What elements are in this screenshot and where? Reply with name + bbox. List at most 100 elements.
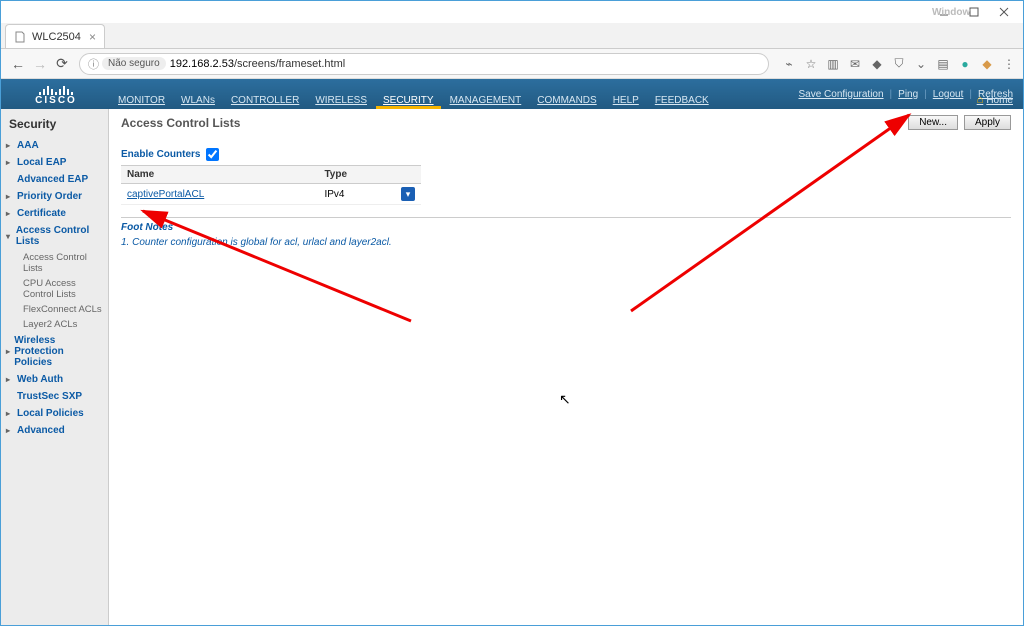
sidebar-item-label: Access Control Lists: [16, 225, 102, 247]
content-header: Access Control Lists New... Apply: [121, 115, 1011, 130]
nav-feedback[interactable]: FEEDBACK: [648, 91, 716, 109]
sidebar-item-label: Advanced: [17, 425, 65, 436]
ext1-icon[interactable]: ▥: [825, 56, 841, 72]
acl-type: IPv4: [318, 184, 395, 205]
nav-controller[interactable]: CONTROLLER: [224, 91, 306, 109]
cisco-logo: CISCO: [1, 83, 111, 106]
sidebar-subitem-access-control-lists[interactable]: Access Control Lists: [1, 250, 108, 276]
sidebar-item-certificate[interactable]: Certificate: [1, 205, 108, 222]
new-button[interactable]: New...: [908, 115, 958, 130]
caret-icon: [6, 209, 14, 218]
home-icon: ⌂: [977, 94, 984, 106]
sidebar-subitem-layer2-acls[interactable]: Layer2 ACLs: [1, 317, 108, 332]
address-bar[interactable]: ⓘ Não seguro 192.168.2.53/screens/frames…: [79, 53, 769, 75]
sidebar-item-priority-order[interactable]: Priority Order: [1, 188, 108, 205]
ext4-icon[interactable]: ◆: [979, 56, 995, 72]
caret-icon: [6, 192, 14, 201]
caret-icon: [6, 141, 14, 150]
save-config-link[interactable]: Save Configuration: [798, 89, 883, 100]
sidebar-item-local-eap[interactable]: Local EAP: [1, 154, 108, 171]
window-close-button[interactable]: [989, 1, 1019, 23]
logout-link[interactable]: Logout: [933, 89, 964, 100]
sidebar-item-label: Wireless Protection Policies: [14, 335, 102, 368]
new-tab-button[interactable]: [109, 28, 125, 44]
tab-title: WLC2504: [32, 31, 81, 43]
content-pane: Access Control Lists New... Apply Enable…: [109, 109, 1023, 625]
mail-icon[interactable]: ✉: [847, 56, 863, 72]
sidebar-subitem-cpu-access-control-lists[interactable]: CPU Access Control Lists: [1, 276, 108, 302]
sidebar-item-label: Priority Order: [17, 191, 82, 202]
browser-toolbar: ← → ⟳ ⓘ Não seguro 192.168.2.53/screens/…: [1, 49, 1023, 79]
forward-button[interactable]: →: [29, 53, 51, 75]
ping-link[interactable]: Ping: [898, 89, 918, 100]
window-user-hint: Window: [932, 7, 970, 18]
footnote-1: 1. Counter configuration is global for a…: [121, 237, 1011, 248]
enable-counters-row: Enable Counters: [121, 148, 1011, 161]
reload-button[interactable]: ⟳: [51, 53, 73, 75]
apply-button[interactable]: Apply: [964, 115, 1011, 130]
insecure-badge[interactable]: Não seguro: [102, 57, 166, 70]
caret-icon: [6, 375, 14, 384]
top-nav: MONITORWLANsCONTROLLERWIRELESSSECURITYMA…: [111, 79, 716, 109]
sidebar-item-advanced[interactable]: Advanced: [1, 422, 108, 439]
browser-tab[interactable]: WLC2504 ×: [5, 24, 105, 48]
nav-management[interactable]: MANAGEMENT: [443, 91, 529, 109]
nav-wlans[interactable]: WLANs: [174, 91, 222, 109]
acl-name-link[interactable]: captivePortalACL: [127, 189, 204, 200]
ext2-icon[interactable]: ◆: [869, 56, 885, 72]
info-icon[interactable]: ⓘ: [88, 56, 99, 72]
table-row: captivePortalACL IPv4 ▾: [121, 184, 421, 205]
avatar-icon[interactable]: ●: [957, 56, 973, 72]
page-title: Access Control Lists: [121, 116, 240, 130]
url-text: 192.168.2.53/screens/frameset.html: [170, 58, 346, 70]
enable-counters-checkbox[interactable]: [206, 148, 219, 161]
nav-security[interactable]: SECURITY: [376, 91, 441, 109]
sidebar-item-web-auth[interactable]: Web Auth: [1, 371, 108, 388]
sidebar-item-label: Advanced EAP: [17, 174, 88, 185]
nav-commands[interactable]: COMMANDS: [530, 91, 603, 109]
cisco-header: CISCO MONITORWLANsCONTROLLERWIRELESSSECU…: [1, 79, 1023, 109]
key-icon[interactable]: ⌁: [781, 56, 797, 72]
nav-wireless[interactable]: WIRELESS: [308, 91, 374, 109]
sidebar: Security AAA Local EAP Advanced EAP Priorit…: [1, 109, 109, 625]
sidebar-item-label: Local EAP: [17, 157, 66, 168]
sidebar-item-trustsec-sxp[interactable]: TrustSec SXP: [1, 388, 108, 405]
toolbar-icons: ⌁ ☆ ▥ ✉ ◆ ⛉ ⌄ ▤ ● ◆ ⋮: [781, 56, 1017, 72]
sidebar-item-wireless-protection-policies[interactable]: Wireless Protection Policies: [1, 332, 108, 371]
col-type: Type: [318, 166, 395, 184]
sidebar-item-label: TrustSec SXP: [17, 391, 82, 402]
acl-table: Name Type captivePortalACL IPv4 ▾: [121, 165, 421, 205]
page-icon: [14, 31, 26, 43]
sidebar-item-label: Local Policies: [17, 408, 84, 419]
sidebar-item-access-control-lists[interactable]: Access Control Lists: [1, 222, 108, 250]
browser-tabs-row: WLC2504 ×: [1, 23, 1023, 49]
window-titlebar: Window: [1, 1, 1023, 23]
pocket-icon[interactable]: ⌄: [913, 56, 929, 72]
sidebar-title: Security: [1, 115, 108, 137]
shield-icon[interactable]: ⛉: [891, 56, 907, 72]
row-action-menu[interactable]: ▾: [401, 187, 415, 201]
nav-help[interactable]: HELP: [606, 91, 646, 109]
home-link[interactable]: ⌂ Home: [977, 94, 1013, 106]
back-button[interactable]: ←: [7, 53, 29, 75]
ext3-icon[interactable]: ▤: [935, 56, 951, 72]
nav-monitor[interactable]: MONITOR: [111, 91, 172, 109]
caret-icon: [6, 232, 13, 241]
tab-close-button[interactable]: ×: [89, 30, 96, 44]
caret-icon: [6, 409, 14, 418]
sidebar-subitem-flexconnect-acls[interactable]: FlexConnect ACLs: [1, 302, 108, 317]
caret-icon: [6, 158, 14, 167]
menu-icon[interactable]: ⋮: [1001, 56, 1017, 72]
sidebar-item-label: AAA: [17, 140, 39, 151]
sidebar-item-label: Web Auth: [17, 374, 63, 385]
star-icon[interactable]: ☆: [803, 56, 819, 72]
main-area: Security AAA Local EAP Advanced EAP Priorit…: [1, 109, 1023, 625]
sidebar-item-local-policies[interactable]: Local Policies: [1, 405, 108, 422]
enable-counters-label: Enable Counters: [121, 149, 200, 160]
col-name: Name: [121, 166, 318, 184]
sidebar-item-aaa[interactable]: AAA: [1, 137, 108, 154]
caret-icon: [6, 347, 11, 356]
sidebar-item-advanced-eap[interactable]: Advanced EAP: [1, 171, 108, 188]
caret-icon: [6, 426, 14, 435]
footnotes-heading: Foot Notes: [121, 217, 1011, 233]
